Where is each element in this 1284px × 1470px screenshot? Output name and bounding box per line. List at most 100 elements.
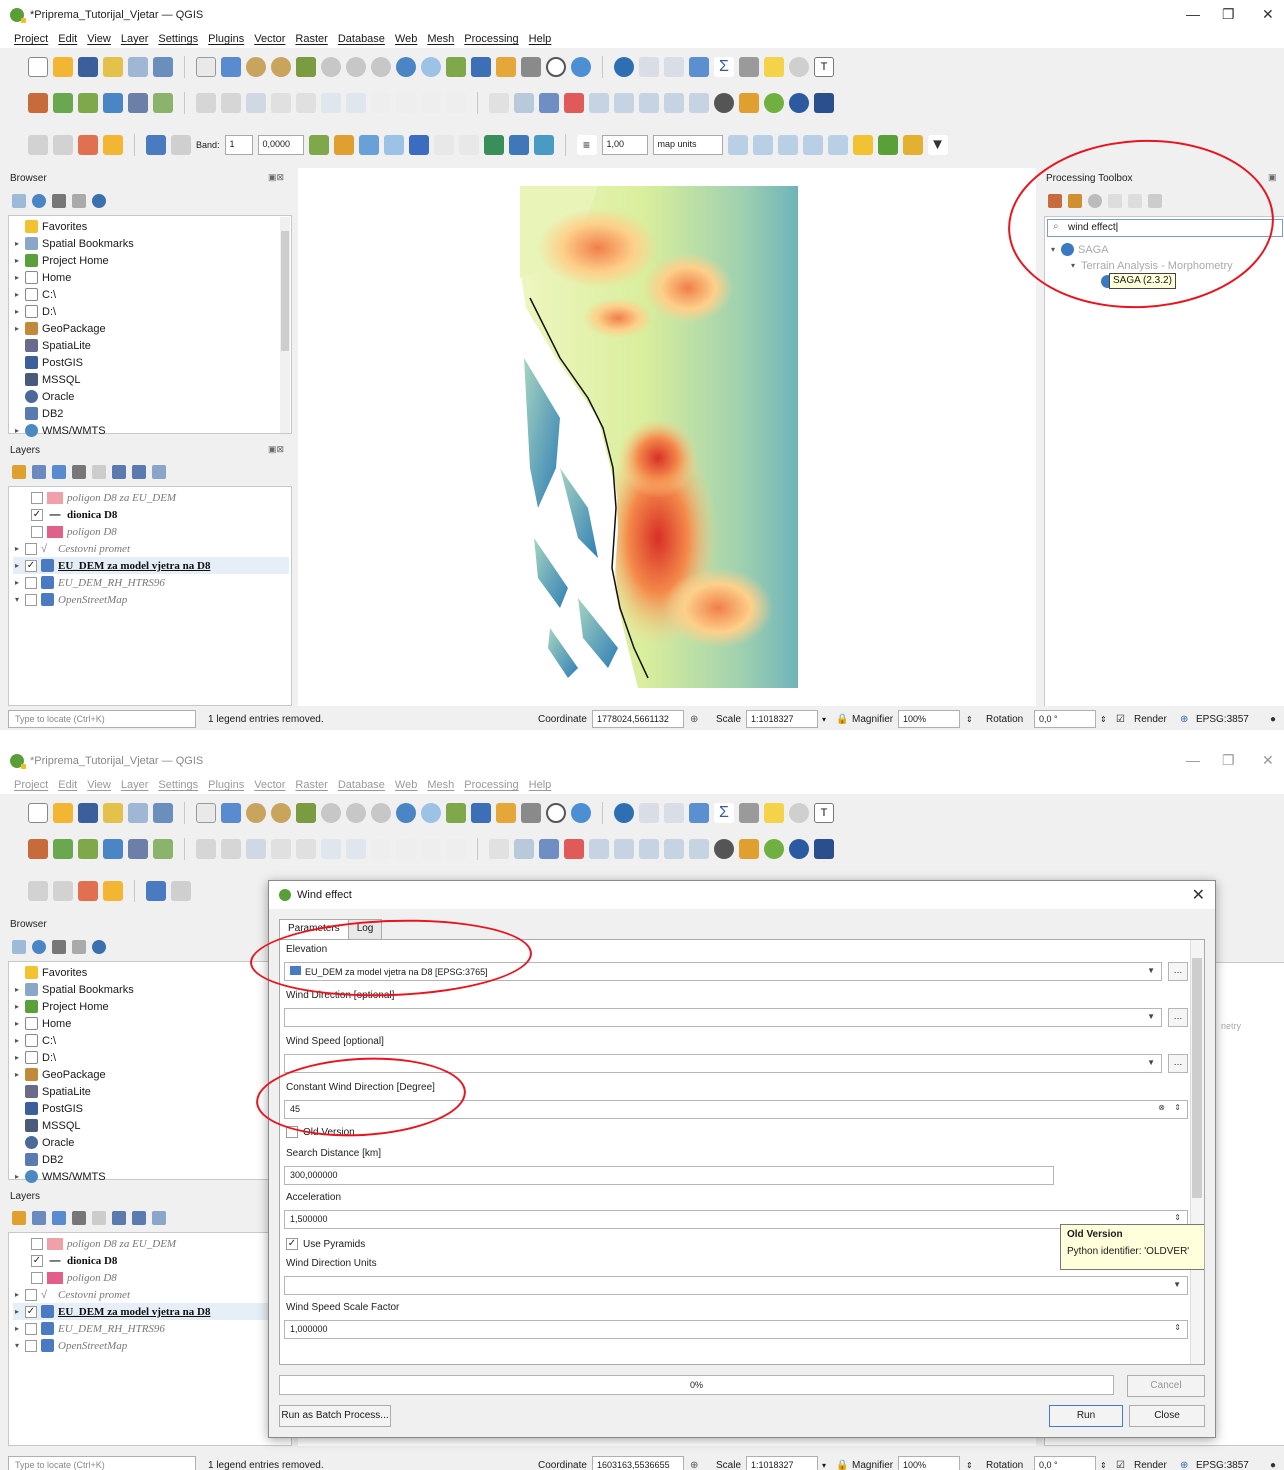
browser-item-favorites[interactable]: Favorites — [13, 964, 87, 981]
parameters-scrollbar[interactable] — [1190, 940, 1204, 1364]
text-annotation-icon[interactable]: T — [814, 803, 834, 823]
wind-speed-select[interactable]: ▼ — [284, 1054, 1162, 1073]
browser-item-home[interactable]: ▸ Home — [13, 269, 71, 286]
layout-manager-icon[interactable] — [128, 803, 148, 823]
results-viewer-icon[interactable] — [1108, 194, 1122, 208]
field-calculator-icon[interactable] — [664, 803, 684, 823]
refresh-icon[interactable] — [571, 57, 591, 77]
field-calculator-icon[interactable] — [664, 57, 684, 77]
plugin-search-icon[interactable] — [789, 93, 809, 113]
raster-stretch-icon[interactable] — [103, 881, 123, 901]
locator-search-icon[interactable] — [789, 803, 809, 823]
menu-settings[interactable]: Settings — [158, 779, 198, 791]
acceleration-field[interactable]: 1,500000 ⇕ — [284, 1210, 1188, 1229]
lock-scale-icon[interactable]: 🔒 — [836, 1460, 848, 1470]
label-pin-icon[interactable] — [514, 93, 534, 113]
menu-plugins[interactable]: Plugins — [208, 779, 244, 791]
browser-item-c-drive[interactable]: ▸ C:\ — [13, 1032, 56, 1049]
layer-item-openstreetmap[interactable]: ▾ OpenStreetMap — [13, 591, 127, 608]
layers-panel-controls[interactable]: ▣⊠ — [268, 444, 284, 455]
layer-item-dionica-d8[interactable]: ✓ — dionica D8 — [31, 1252, 117, 1269]
annotation-tool-4-icon[interactable] — [802, 135, 823, 155]
zoom-last-icon[interactable] — [396, 57, 416, 77]
new-3d-view-icon[interactable] — [471, 57, 491, 77]
map-canvas[interactable] — [298, 168, 1036, 708]
browser-item-bookmarks[interactable]: ▸ Spatial Bookmarks — [13, 981, 134, 998]
run-as-batch-button[interactable]: Run as Batch Process... — [279, 1405, 391, 1427]
identify-features-icon[interactable] — [614, 803, 634, 823]
filter-expression-icon[interactable] — [92, 465, 106, 479]
browser-item-d-drive[interactable]: ▸ D:\ — [13, 1049, 56, 1066]
collapse-all-icon[interactable] — [72, 194, 86, 208]
layer-item-openstreetmap[interactable]: ▾ OpenStreetMap — [13, 1337, 127, 1354]
identify-features-icon[interactable] — [614, 57, 634, 77]
wind-direction-units-select[interactable]: ▼ — [284, 1276, 1188, 1295]
layer-item-eu-dem-model[interactable]: ▸ ✓ EU_DEM za model vjetra na D8 — [13, 557, 289, 574]
magnifier-field[interactable]: 100% — [898, 710, 960, 728]
paste-features-icon[interactable] — [396, 93, 416, 113]
label-abc-icon[interactable] — [564, 93, 584, 113]
zoom-out-icon[interactable] — [271, 57, 291, 77]
menu-processing[interactable]: Processing — [464, 779, 518, 791]
edit-features-icon[interactable] — [1128, 194, 1142, 208]
add-postgis-icon[interactable] — [128, 839, 148, 859]
zoom-next-icon[interactable] — [421, 803, 441, 823]
label-move-icon[interactable] — [589, 839, 609, 859]
label-change-icon[interactable] — [639, 839, 659, 859]
layer-item-cestovni-promet[interactable]: ▸ √ Cestovni promet — [13, 1286, 130, 1303]
coordinate-field[interactable]: 1778024,5661132 — [592, 710, 684, 728]
coordinate-field[interactable]: 1603163,5536655 — [592, 1456, 684, 1470]
crs-icon[interactable]: ⊕ — [1180, 714, 1188, 725]
add-postgis-icon[interactable] — [128, 93, 148, 113]
render-checkbox[interactable]: ☑ — [1116, 1460, 1125, 1470]
layer-checkbox[interactable] — [25, 1288, 37, 1301]
use-pyramids-checkbox[interactable]: ✓ — [286, 1238, 298, 1250]
new-print-layout-icon[interactable] — [103, 57, 123, 77]
vertex-tool-icon[interactable] — [296, 839, 316, 859]
browser-item-bookmarks[interactable]: ▸ Spatial Bookmarks — [13, 235, 134, 252]
wind-speed-browse-button[interactable]: … — [1168, 1054, 1188, 1073]
rotation-spin-icon[interactable]: ⇕ — [1100, 1461, 1107, 1470]
digitize-icon[interactable] — [271, 839, 291, 859]
maximize-icon[interactable]: ❐ — [1222, 6, 1235, 23]
wind-direction-select[interactable]: ▼ — [284, 1008, 1162, 1027]
new-project-icon[interactable] — [28, 803, 48, 823]
units-select[interactable]: map units — [652, 135, 723, 155]
processing-provider-saga[interactable]: ▾ SAGA — [1049, 241, 1109, 258]
save-edits-icon[interactable] — [246, 839, 266, 859]
menu-edit[interactable]: Edit — [58, 33, 77, 45]
text-annotation-icon[interactable]: T — [814, 57, 834, 77]
filter-icon[interactable]: ▼ — [927, 135, 948, 155]
contrast-value-field[interactable]: 0,0000 — [257, 135, 304, 155]
refresh-icon[interactable] — [32, 940, 46, 954]
add-vector-layer-icon[interactable] — [53, 839, 73, 859]
layer-item-eu-dem-rh[interactable]: ▸ EU_DEM_RH_HTRS96 — [13, 1320, 165, 1337]
filter-legend-icon[interactable] — [72, 465, 86, 479]
label-move-icon[interactable] — [589, 93, 609, 113]
magnifier-spin-icon[interactable]: ⇕ — [966, 715, 973, 724]
remove-layer-icon[interactable] — [152, 465, 166, 479]
layer-checkbox[interactable]: ✓ — [31, 508, 43, 521]
undo-icon[interactable] — [421, 93, 441, 113]
new-shapefile-icon[interactable] — [153, 839, 173, 859]
add-vector-layer-icon[interactable] — [53, 93, 73, 113]
pan-map-icon[interactable] — [196, 57, 216, 77]
browser-item-wms[interactable]: ▸ WMS/WMTS — [13, 422, 106, 439]
use-pyramids-checkbox-row[interactable]: ✓ Use Pyramids — [286, 1238, 365, 1250]
color-picker-icon[interactable] — [483, 135, 504, 155]
menu-processing[interactable]: Processing — [464, 33, 518, 45]
layer-checkbox[interactable] — [25, 1339, 37, 1352]
undo-icon[interactable] — [421, 839, 441, 859]
georeferencer-icon[interactable] — [146, 135, 166, 155]
extents-toggle-icon[interactable]: ⊕ — [690, 714, 698, 725]
zoom-native-icon[interactable] — [371, 57, 391, 77]
digitize-raster-icon[interactable] — [308, 135, 329, 155]
raster-clip-icon[interactable] — [78, 135, 98, 155]
crs-icon[interactable]: ⊕ — [1180, 1460, 1188, 1470]
old-version-checkbox[interactable] — [286, 1126, 298, 1138]
search-distance-field[interactable]: 300,000000 — [284, 1166, 1054, 1185]
add-delimited-text-icon[interactable] — [103, 93, 123, 113]
layer-checkbox[interactable] — [25, 542, 37, 555]
annotation-tool-icon[interactable] — [727, 135, 748, 155]
layer-item-poligon-d8-eu-dem[interactable]: poligon D8 za EU_DEM — [31, 1235, 176, 1252]
